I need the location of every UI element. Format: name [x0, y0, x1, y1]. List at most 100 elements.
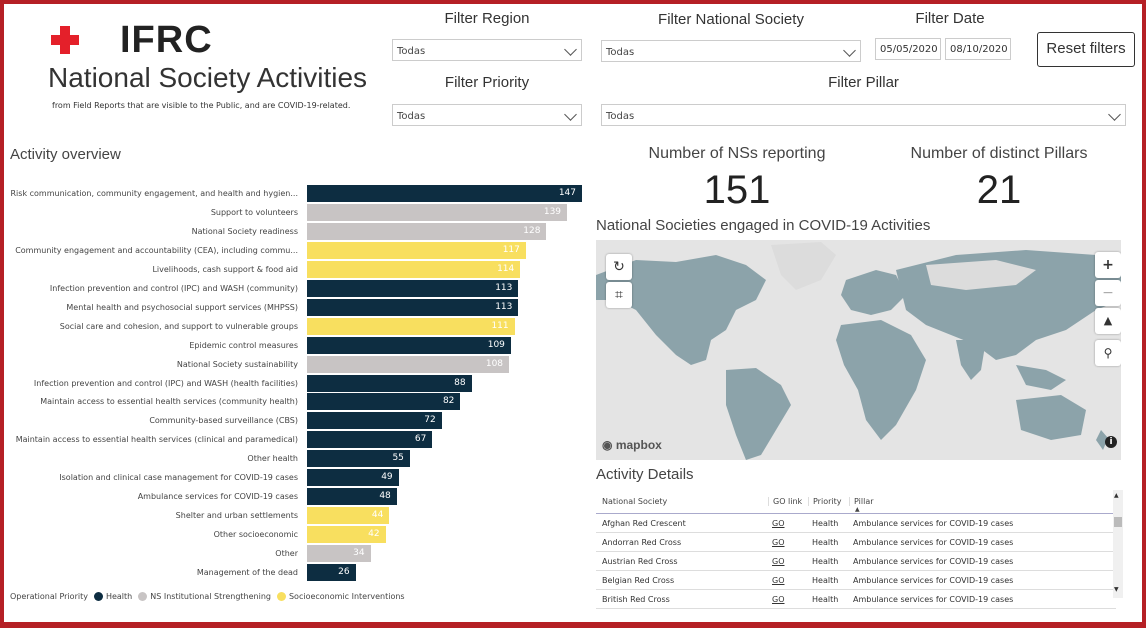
table-row: Afghan Red Crescent GO Health Ambulance ser…	[596, 514, 1116, 533]
column-header-go[interactable]: GO link	[768, 497, 802, 506]
bar[interactable]: 113	[307, 298, 519, 316]
bar-value-label: 111	[491, 320, 509, 331]
lasso-select-icon[interactable]: ⌗	[606, 282, 632, 308]
bar[interactable]: 55	[307, 450, 410, 468]
bar[interactable]: 72	[307, 412, 442, 430]
bar[interactable]: 44	[307, 507, 390, 525]
filter-pillar-select[interactable]: Todas	[601, 104, 1126, 126]
bar[interactable]: 34	[307, 545, 371, 563]
search-icon[interactable]: ⚲	[1095, 340, 1121, 366]
cell-national-society: Andorran Red Cross	[602, 538, 682, 547]
legend-dot-ns	[138, 592, 148, 601]
zoom-in-icon[interactable]: +	[1095, 252, 1121, 278]
bar[interactable]: 117	[307, 241, 526, 259]
bar-value-label: 88	[454, 377, 466, 388]
chevron-down-icon	[1108, 108, 1121, 121]
bar-value-label: 55	[392, 453, 404, 464]
bar[interactable]: 111	[307, 317, 515, 335]
mapbox-logo-icon: ◉	[602, 438, 613, 452]
bar-category-label: National Society sustainability	[176, 359, 298, 369]
rotate-icon[interactable]: ↻	[606, 254, 632, 280]
filter-pillar-value: Todas	[606, 111, 635, 122]
scroll-down-icon[interactable]: ▼	[1114, 586, 1119, 593]
bar[interactable]: 139	[307, 203, 568, 221]
zoom-out-icon[interactable]: −	[1095, 280, 1121, 306]
table-header: National Society GO link Priority Pillar…	[596, 489, 1116, 514]
map-title: National Societies engaged in COVID-19 A…	[596, 217, 931, 234]
kpi-pillars-value: 21	[976, 168, 1022, 212]
bar-value-label: 44	[371, 510, 384, 521]
cell-national-society: Belgian Red Cross	[602, 576, 675, 585]
bar-category-label: National Society readiness	[191, 226, 298, 236]
cell-national-society: Austrian Red Cross	[602, 557, 678, 566]
bar[interactable]: 108	[307, 355, 510, 373]
cell-go-link[interactable]: GO	[772, 538, 785, 547]
bar-category-label: Other health	[247, 454, 298, 464]
bar[interactable]: 67	[307, 431, 433, 449]
dashboard: IFRC National Society Activities from Fi…	[4, 4, 1142, 622]
bar[interactable]: 82	[307, 393, 461, 411]
bar-category-label: Other	[275, 549, 298, 559]
cell-go-link[interactable]: GO	[772, 595, 785, 604]
cell-go-link[interactable]: GO	[772, 576, 785, 585]
column-header-priority[interactable]: Priority	[808, 497, 841, 506]
world-map[interactable]: ↻ ⌗ + − ▲ ⚲ ◉ mapbox i	[596, 240, 1121, 460]
bar[interactable]: 48	[307, 488, 397, 506]
compass-icon[interactable]: ▲	[1095, 308, 1121, 334]
bar-category-label: Shelter and urban settlements	[175, 511, 298, 521]
bar-value-label: 117	[502, 244, 520, 255]
scrollbar-thumb[interactable]	[1114, 517, 1122, 527]
column-header-pillar[interactable]: Pillar	[849, 497, 874, 506]
date-to-input[interactable]: 08/10/2020	[945, 38, 1011, 60]
chevron-down-icon	[843, 44, 856, 57]
cell-priority: Health	[812, 519, 839, 528]
table-row: British Red Cross GO Health Ambulance servi…	[596, 590, 1116, 609]
bar-value-label: 49	[381, 472, 393, 483]
bar-category-label: Maintain access to essential health serv…	[40, 397, 298, 407]
cell-pillar: Ambulance services for COVID-19 cases	[853, 595, 1014, 604]
legend-item-socio: Socioeconomic Interventions	[288, 592, 405, 601]
bar[interactable]: 147	[307, 185, 582, 202]
info-icon[interactable]: i	[1105, 436, 1117, 448]
bar-value-label: 147	[558, 188, 576, 198]
bar[interactable]: 26	[307, 564, 356, 581]
kpi-ns-label: Number of NSs reporting	[648, 145, 826, 162]
bar-category-label: Maintain access to essential health serv…	[15, 435, 298, 445]
cell-go-link[interactable]: GO	[772, 557, 785, 566]
cell-priority: Health	[812, 595, 839, 604]
bar-category-label: Community-based surveillance (CBS)	[149, 416, 298, 426]
bar-value-label: 109	[487, 339, 505, 350]
date-from-input[interactable]: 05/05/2020	[875, 38, 941, 60]
legend-title: Operational Priority	[10, 592, 88, 601]
chart-legend: Operational Priority Health NS Instituti…	[10, 592, 405, 601]
table-scrollbar[interactable]: ▲ ▼	[1113, 490, 1123, 598]
scroll-up-icon[interactable]: ▲	[1114, 492, 1119, 499]
bar-category-label: Social care and cohesion, and support to…	[59, 321, 298, 331]
mapbox-attribution-text: mapbox	[615, 438, 662, 452]
bar-category-label: Risk communication, community engagement…	[10, 189, 299, 198]
activity-details-title: Activity Details	[596, 466, 694, 483]
cell-go-link[interactable]: GO	[772, 519, 785, 528]
bar[interactable]: 88	[307, 374, 472, 392]
cell-pillar: Ambulance services for COVID-19 cases	[853, 538, 1014, 547]
reset-filters-button[interactable]: Reset filters	[1037, 32, 1135, 67]
bar[interactable]: 113	[307, 279, 519, 297]
bar-category-label: Infection prevention and control (IPC) a…	[33, 378, 298, 388]
bar-category-label: Infection prevention and control (IPC) a…	[49, 283, 298, 293]
bar[interactable]: 49	[307, 469, 399, 487]
bar[interactable]: 114	[307, 260, 521, 278]
bar-category-label: Management of the dead	[196, 568, 298, 577]
filter-ns-label: Filter National Society	[658, 11, 804, 28]
filter-ns-value: Todas	[606, 47, 635, 58]
bar[interactable]: 42	[307, 526, 386, 544]
bar-value-label: 82	[442, 396, 455, 407]
kpi-ns-value: 151	[703, 168, 771, 212]
bar[interactable]: 109	[307, 336, 511, 354]
bar[interactable]: 128	[307, 222, 547, 240]
bar-value-label: 139	[543, 206, 562, 217]
bar-value-label: 128	[523, 225, 541, 236]
column-header-ns[interactable]: National Society	[602, 497, 667, 506]
bar-value-label: 113	[495, 282, 513, 293]
table-row: Austrian Red Cross GO Health Ambulance serv…	[596, 552, 1116, 571]
filter-ns-select[interactable]: Todas	[601, 40, 861, 62]
